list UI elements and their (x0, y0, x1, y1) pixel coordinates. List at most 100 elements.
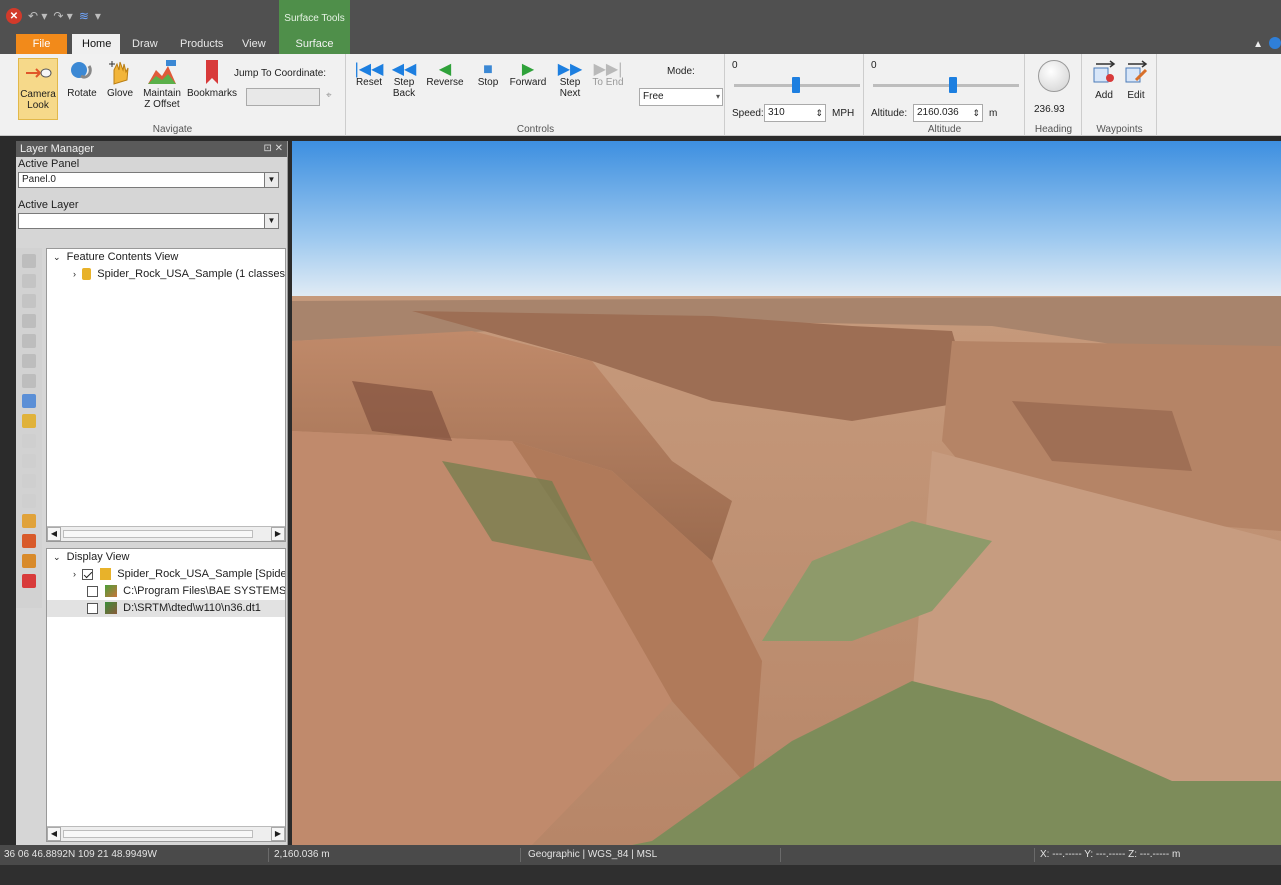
tree-item[interactable]: D:\SRTM\dted\w110\n36.dt1 (47, 600, 285, 617)
layer-style-icon[interactable] (22, 394, 36, 408)
display-view-tree: ⌄ Display View › Spider_Rock_USA_Sample … (46, 548, 286, 842)
tab-products[interactable]: Products (170, 34, 233, 54)
speed-slider-thumb[interactable] (792, 77, 800, 93)
status-separator (520, 848, 521, 862)
tree-item-label: Spider_Rock_USA_Sample (1 classes (97, 268, 285, 280)
feature-select-icon[interactable] (22, 554, 36, 568)
mode-select[interactable]: Free ▾ (639, 88, 723, 106)
step-back-button[interactable]: ◀◀ Step Back (389, 62, 419, 100)
collapse-ribbon-icon[interactable]: ▲ (1253, 39, 1263, 50)
camera-look-button[interactable]: Camera Look (18, 58, 58, 120)
stack-list-icon[interactable] (22, 334, 36, 348)
go-to-coordinate-icon[interactable]: ⌖ (326, 90, 332, 101)
chevron-down-icon: ▾ (715, 92, 720, 101)
edit-waypoint-label: Edit (1127, 90, 1145, 101)
active-layer-select[interactable]: ▼ (18, 213, 279, 229)
speed-input[interactable]: 310 ⇕ (764, 104, 826, 122)
altitude-group: 0 Altitude: 2160.036 ⇕ m Altitude (865, 54, 1025, 136)
reverse-button[interactable]: ◀ Reverse (425, 61, 465, 89)
reverse-icon: ◀ (438, 61, 452, 78)
pin-close-icon[interactable]: ⊡ ✕ (263, 141, 283, 157)
layer-checkbox[interactable] (82, 568, 94, 580)
chevron-right-icon: › (73, 569, 76, 579)
3d-terrain-viewport[interactable] (292, 141, 1281, 845)
ribbon-tabs: File Home Draw Products View Surface (0, 34, 1281, 54)
mode-label: Mode: (667, 66, 695, 77)
scroll-left-icon[interactable]: ◀ (47, 827, 61, 841)
tree-item[interactable]: C:\Program Files\BAE SYSTEMS\ (47, 583, 285, 600)
glove-label: Glove (106, 88, 134, 99)
spinner-icon[interactable]: ⇕ (815, 105, 823, 121)
tab-draw[interactable]: Draw (122, 34, 168, 54)
stop-button[interactable]: ■ Stop (473, 62, 503, 89)
to-end-button[interactable]: ▶▶| To End (591, 62, 625, 89)
customize-qat-icon[interactable]: ▾ (95, 9, 101, 23)
layer-group-icon[interactable] (22, 374, 36, 388)
speed-group: 0 Speed: 310 ⇕ MPH (726, 54, 864, 136)
tab-view[interactable]: View (232, 34, 276, 54)
display-settings-icon[interactable] (22, 514, 36, 528)
layer-edit-icon[interactable] (22, 354, 36, 368)
scroll-right-icon[interactable]: ▶ (271, 527, 285, 541)
status-projection: Geographic | WGS_84 | MSL (528, 849, 658, 860)
tab-surface[interactable]: Surface (279, 34, 350, 54)
to-end-label: To End (592, 77, 624, 88)
horizontal-scrollbar[interactable]: ◀ ▶ (47, 826, 285, 841)
display-view-root[interactable]: ⌄ Display View (47, 549, 285, 566)
stack-icon[interactable] (22, 314, 36, 328)
app-logo-icon[interactable]: ✕ (6, 8, 22, 24)
help-icon[interactable] (1269, 37, 1281, 49)
altitude-input[interactable]: 2160.036 ⇕ (913, 104, 983, 122)
undo-icon[interactable]: ↶ ▾ (28, 9, 47, 23)
heading-dial[interactable] (1038, 60, 1070, 92)
move-bottom-icon[interactable] (22, 494, 36, 508)
scroll-right-icon[interactable]: ▶ (271, 827, 285, 841)
feature-tool-icon[interactable] (22, 534, 36, 548)
scroll-left-icon[interactable]: ◀ (47, 527, 61, 541)
active-panel-select[interactable]: Panel.0 ▼ (18, 172, 279, 188)
tree-item[interactable]: › Spider_Rock_USA_Sample [Spide (47, 566, 285, 583)
move-up-icon[interactable] (22, 434, 36, 448)
forward-icon: ▶ (521, 61, 535, 78)
jump-to-coordinate-input[interactable] (246, 88, 320, 106)
tab-file[interactable]: File (16, 34, 67, 54)
scroll-thumb[interactable] (63, 830, 253, 838)
move-down-icon[interactable] (22, 474, 36, 488)
tree-item[interactable]: › Spider_Rock_USA_Sample (1 classes (47, 266, 285, 283)
add-waypoint-icon (1093, 60, 1116, 83)
speed-unit: MPH (832, 108, 855, 119)
scroll-thumb[interactable] (63, 530, 253, 538)
feature-contents-root[interactable]: ⌄ Feature Contents View (47, 249, 285, 266)
speed-label: Speed: (732, 108, 764, 119)
controls-group-title: Controls (516, 124, 555, 135)
elevation-layer-icon (105, 602, 118, 615)
add-waypoint-button[interactable]: Add (1089, 58, 1119, 101)
layer-properties-icon[interactable] (22, 294, 36, 308)
rotate-button[interactable]: Rotate (64, 58, 100, 99)
spinner-icon[interactable]: ⇕ (972, 105, 980, 121)
layer-highlight-icon[interactable] (22, 414, 36, 428)
forward-button[interactable]: ▶ Forward (507, 61, 549, 89)
edit-waypoint-button[interactable]: Edit (1121, 58, 1151, 101)
feature-delete-icon[interactable] (22, 574, 36, 588)
redo-icon[interactable]: ↷ ▾ (53, 9, 72, 23)
maintain-z-offset-button[interactable]: Maintain Z Offset (140, 58, 184, 110)
jump-to-coordinate-label: Jump To Coordinate: (234, 68, 327, 79)
bookmarks-button[interactable]: Bookmarks (186, 58, 238, 99)
chevron-down-icon: ▼ (264, 214, 278, 228)
layer-checkbox[interactable] (87, 602, 98, 614)
altitude-slider-thumb[interactable] (949, 77, 957, 93)
glove-button[interactable]: Glove (104, 58, 136, 99)
layer-checkbox[interactable] (87, 585, 98, 597)
glove-icon (109, 61, 129, 85)
surface-tools-context-group: Surface Tools (279, 0, 350, 34)
altitude-slider-track[interactable] (873, 84, 1019, 87)
add-layer-icon[interactable] (22, 254, 36, 268)
layers-icon[interactable]: ≋ (79, 9, 89, 23)
remove-layer-icon[interactable] (22, 274, 36, 288)
move-top-icon[interactable] (22, 454, 36, 468)
tab-home[interactable]: Home (72, 34, 120, 54)
horizontal-scrollbar[interactable]: ◀ ▶ (47, 526, 285, 541)
step-next-button[interactable]: ▶▶ Step Next (555, 62, 585, 100)
reset-button[interactable]: |◀◀ Reset (353, 62, 385, 89)
